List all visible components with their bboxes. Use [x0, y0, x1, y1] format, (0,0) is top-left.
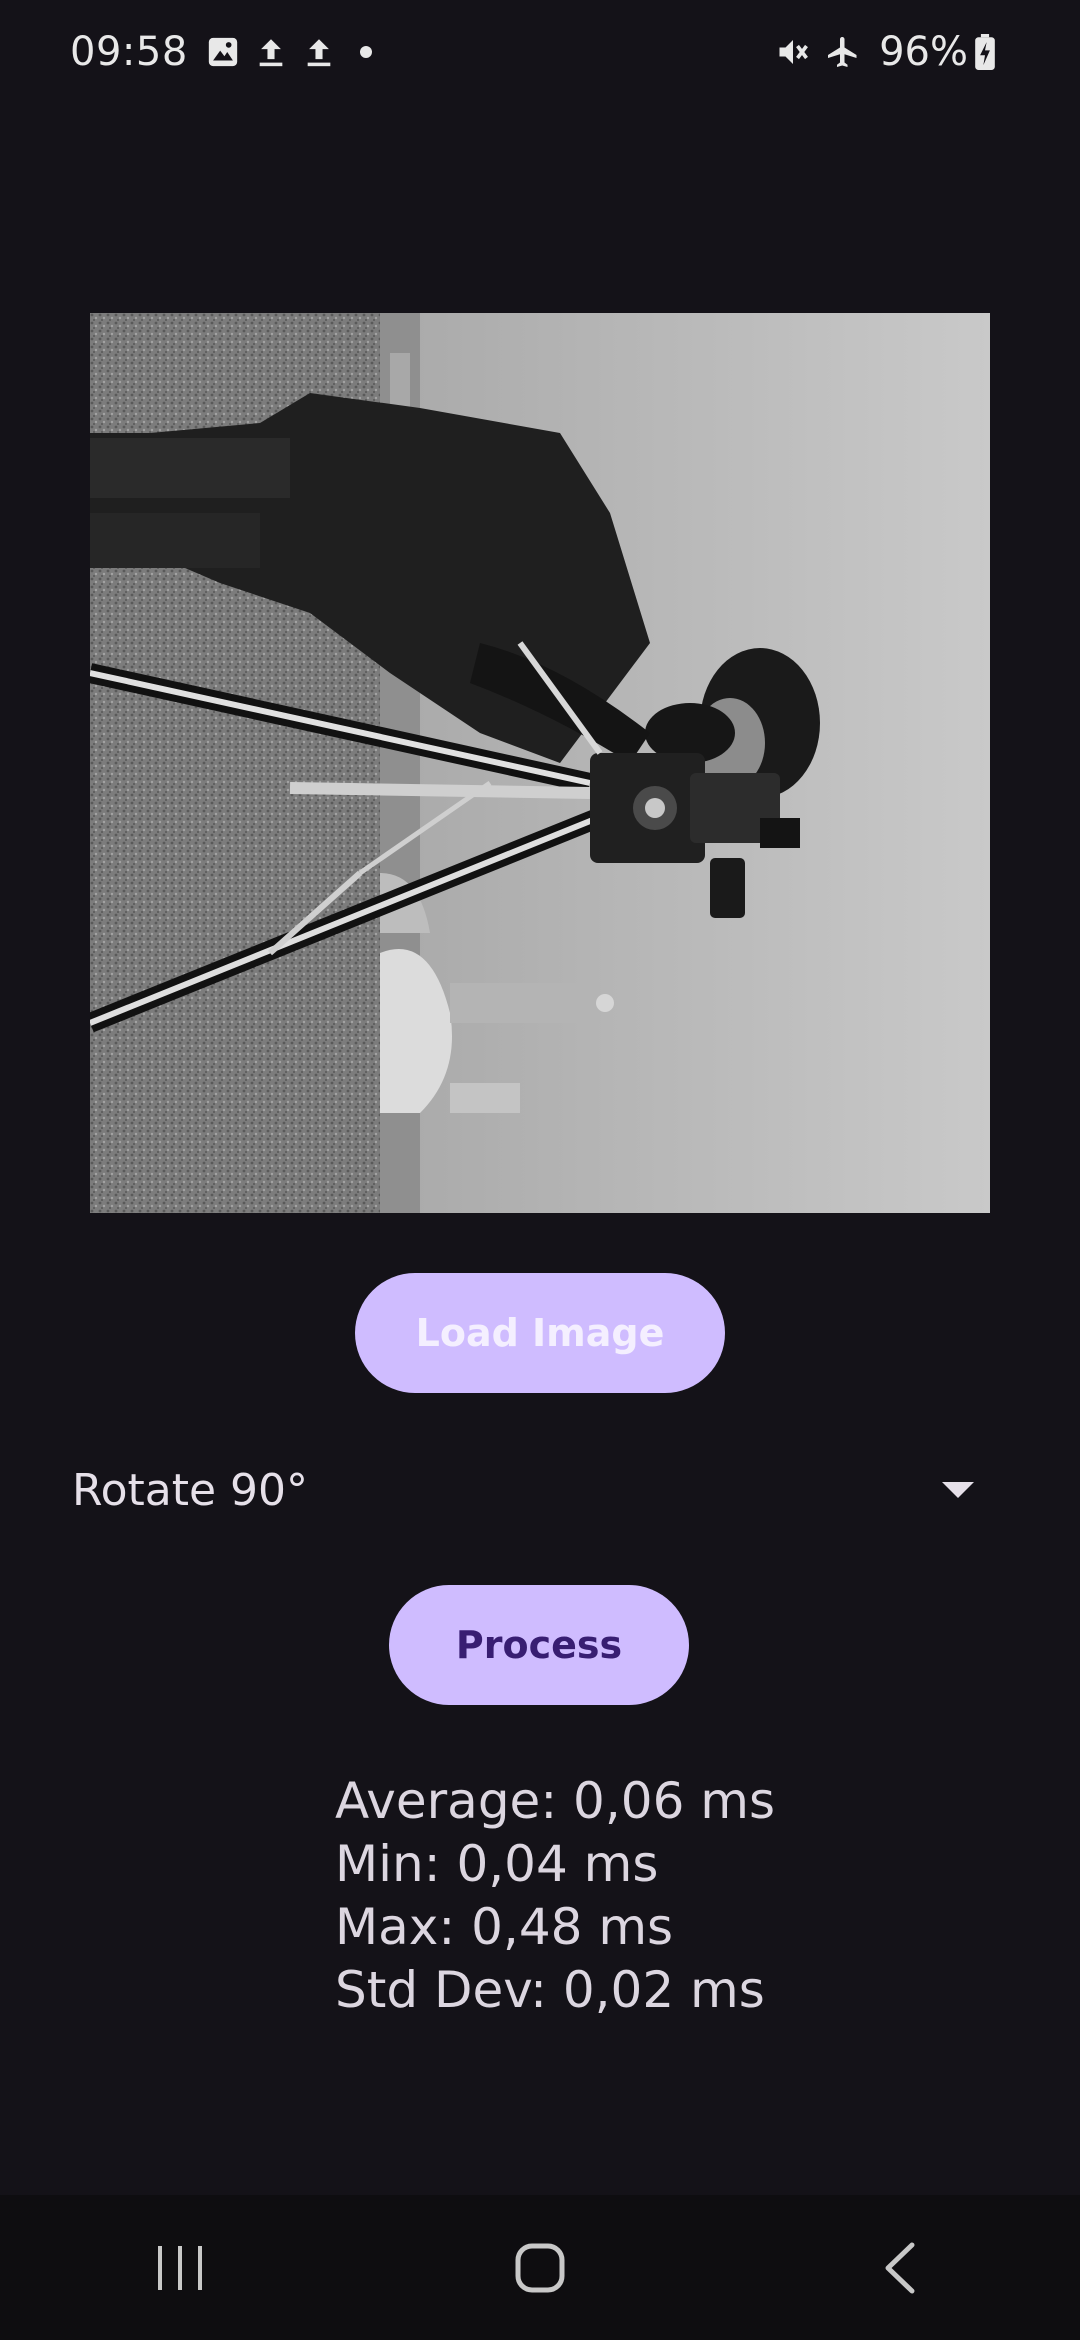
processed-image	[90, 313, 990, 1213]
back-icon[interactable]	[820, 2218, 980, 2318]
mute-icon	[775, 34, 811, 70]
status-left: 09:58	[70, 29, 372, 75]
notification-dot	[359, 46, 372, 58]
status-bar: 09:58 96%	[0, 0, 1080, 104]
stat-min: Min: 0,04 ms	[335, 1835, 659, 1893]
upload-icon	[302, 35, 336, 69]
operation-selected: Rotate 90°	[72, 1464, 309, 1516]
upload-icon	[254, 35, 288, 69]
photo-illustration	[90, 313, 990, 1213]
dropdown-arrow-icon	[942, 1482, 974, 1498]
stat-average: Average: 0,06 ms	[335, 1772, 776, 1830]
process-button[interactable]: Process	[389, 1585, 689, 1705]
operation-dropdown[interactable]: Rotate 90°	[72, 1440, 1008, 1540]
stat-std-dev: Std Dev: 0,02 ms	[335, 1961, 765, 2019]
airplane-icon	[825, 34, 861, 70]
app-screen: 09:58 96% Load Image Rotate 90° Process …	[0, 0, 1080, 2340]
battery-percent: 96%	[879, 29, 968, 75]
status-right: 96%	[775, 29, 1010, 75]
navigation-bar	[0, 2195, 1080, 2340]
home-icon[interactable]	[460, 2218, 620, 2318]
battery-charging-icon	[974, 34, 996, 70]
recents-icon[interactable]	[100, 2218, 260, 2318]
gallery-icon	[206, 35, 240, 69]
stat-max: Max: 0,48 ms	[335, 1898, 674, 1956]
timing-stats: Average: 0,06 ms Min: 0,04 ms Max: 0,48 …	[335, 1770, 775, 2022]
status-time: 09:58	[70, 29, 188, 75]
load-image-button[interactable]: Load Image	[355, 1273, 725, 1393]
